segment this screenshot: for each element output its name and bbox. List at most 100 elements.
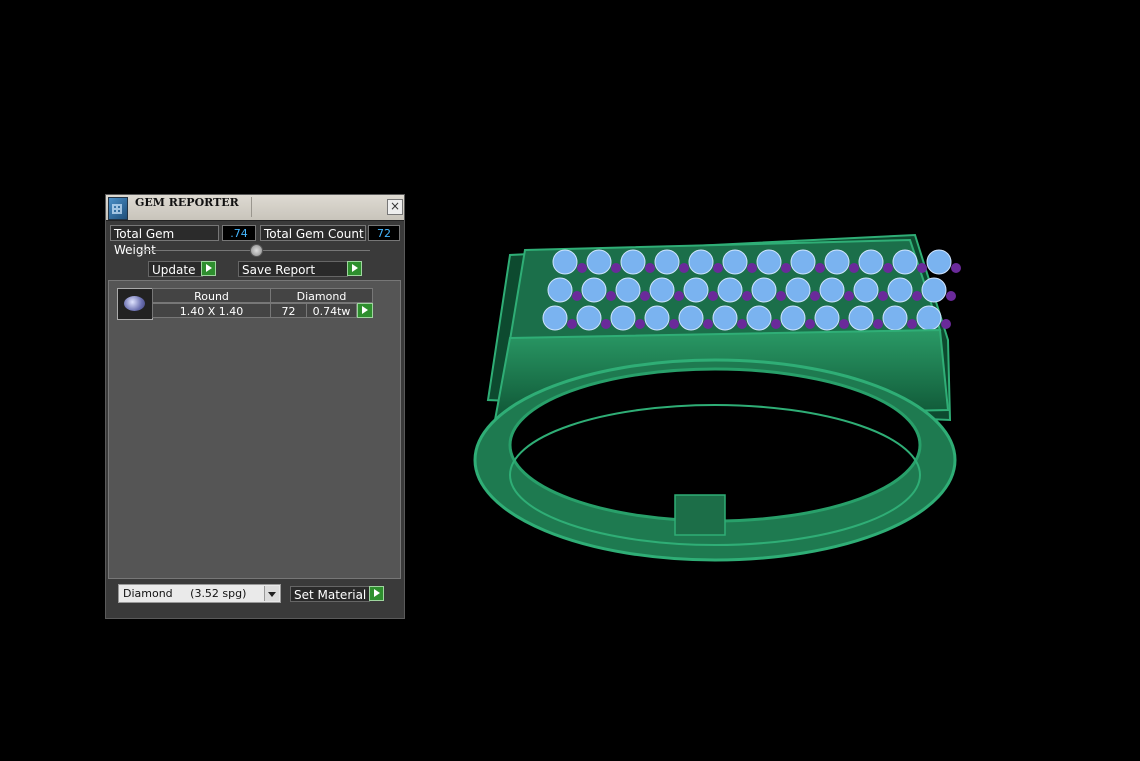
gem-stone [916, 305, 942, 331]
total-gem-weight-label: Total Gem Weight [110, 225, 219, 257]
gem-stone [712, 305, 738, 331]
prong [839, 319, 849, 329]
prong [703, 319, 713, 329]
gem-stone [887, 277, 913, 303]
gem-stone [678, 305, 704, 331]
prong [713, 263, 723, 273]
prong [907, 319, 917, 329]
gem-weight: 0.74tw [306, 303, 357, 318]
gem-stone [824, 249, 850, 275]
gem-stone [586, 249, 612, 275]
gem-stone [722, 249, 748, 275]
gem-row-arrow-icon[interactable] [357, 303, 373, 318]
prong [572, 291, 582, 301]
gem-stone [790, 249, 816, 275]
prong [674, 291, 684, 301]
prong [946, 291, 956, 301]
gem-stone [620, 249, 646, 275]
round-gem-icon [117, 288, 153, 320]
prong [771, 319, 781, 329]
total-gem-count-label: Total Gem Count [260, 225, 366, 241]
prong [606, 291, 616, 301]
gem-stone [892, 249, 918, 275]
set-material-button[interactable]: Set Material [290, 586, 370, 602]
ring-3d-viewport[interactable] [470, 230, 970, 570]
save-report-arrow-icon[interactable] [347, 261, 362, 276]
prong [640, 291, 650, 301]
prong [742, 291, 752, 301]
gem-stone [552, 249, 578, 275]
gem-stone [688, 249, 714, 275]
prong [849, 263, 859, 273]
prong [611, 263, 621, 273]
prong [941, 319, 951, 329]
prong [645, 263, 655, 273]
gem-stone [780, 305, 806, 331]
prong [883, 263, 893, 273]
prong [776, 291, 786, 301]
gem-stone [610, 305, 636, 331]
prong [601, 319, 611, 329]
gem-stone [882, 305, 908, 331]
chevron-down-icon[interactable] [264, 586, 279, 601]
prong [669, 319, 679, 329]
prong [781, 263, 791, 273]
gem-stone [547, 277, 573, 303]
update-arrow-icon[interactable] [201, 261, 216, 276]
gem-material: Diamond [270, 288, 373, 303]
prong [878, 291, 888, 301]
gem-stone [785, 277, 811, 303]
gem-stone [926, 249, 952, 275]
prong [567, 319, 577, 329]
gem-stone [717, 277, 743, 303]
gem-stone [921, 277, 947, 303]
title-divider [251, 197, 252, 217]
prong [844, 291, 854, 301]
close-icon[interactable]: × [387, 199, 403, 215]
panel-slider-handle[interactable] [250, 244, 263, 257]
gem-stone [581, 277, 607, 303]
gem-stone [853, 277, 879, 303]
prong [679, 263, 689, 273]
total-gem-count-value: 72 [368, 225, 400, 241]
gem-shape: Round [152, 288, 271, 303]
gem-stone [649, 277, 675, 303]
prong [635, 319, 645, 329]
title-bar[interactable]: GEM REPORTER × [106, 195, 404, 221]
prong [912, 291, 922, 301]
panel-title: GEM REPORTER [135, 196, 239, 209]
ring-band-bridge [674, 494, 726, 536]
gem-stone [819, 277, 845, 303]
prong [577, 263, 587, 273]
material-select[interactable]: Diamond (3.52 spg) [118, 584, 281, 603]
prong [815, 263, 825, 273]
total-gem-weight-value: .74 [222, 225, 256, 241]
gem-stone [542, 305, 568, 331]
gem-stone [576, 305, 602, 331]
gem-stone [746, 305, 772, 331]
gem-stone [751, 277, 777, 303]
prong [951, 263, 961, 273]
material-select-value: Diamond (3.52 spg) [123, 587, 247, 600]
save-report-button[interactable]: Save Report [238, 261, 348, 277]
gem-list: Round Diamond 1.40 X 1.40 72 0.74tw [108, 280, 401, 579]
gem-stone [814, 305, 840, 331]
gem-reporter-panel: GEM REPORTER × Total Gem Weight .74 Tota… [105, 194, 405, 619]
gem-count: 72 [270, 303, 307, 318]
gem-stone [858, 249, 884, 275]
set-material-arrow-icon[interactable] [369, 586, 384, 601]
prong [805, 319, 815, 329]
prong [737, 319, 747, 329]
gem-stone [644, 305, 670, 331]
prong [917, 263, 927, 273]
prong [747, 263, 757, 273]
prong [873, 319, 883, 329]
prong [708, 291, 718, 301]
gem-stone [848, 305, 874, 331]
gem-stone [615, 277, 641, 303]
update-button[interactable]: Update [148, 261, 203, 277]
gem-stone [683, 277, 709, 303]
prong [810, 291, 820, 301]
gem-size: 1.40 X 1.40 [152, 303, 271, 318]
gem-reporter-icon [108, 197, 128, 220]
